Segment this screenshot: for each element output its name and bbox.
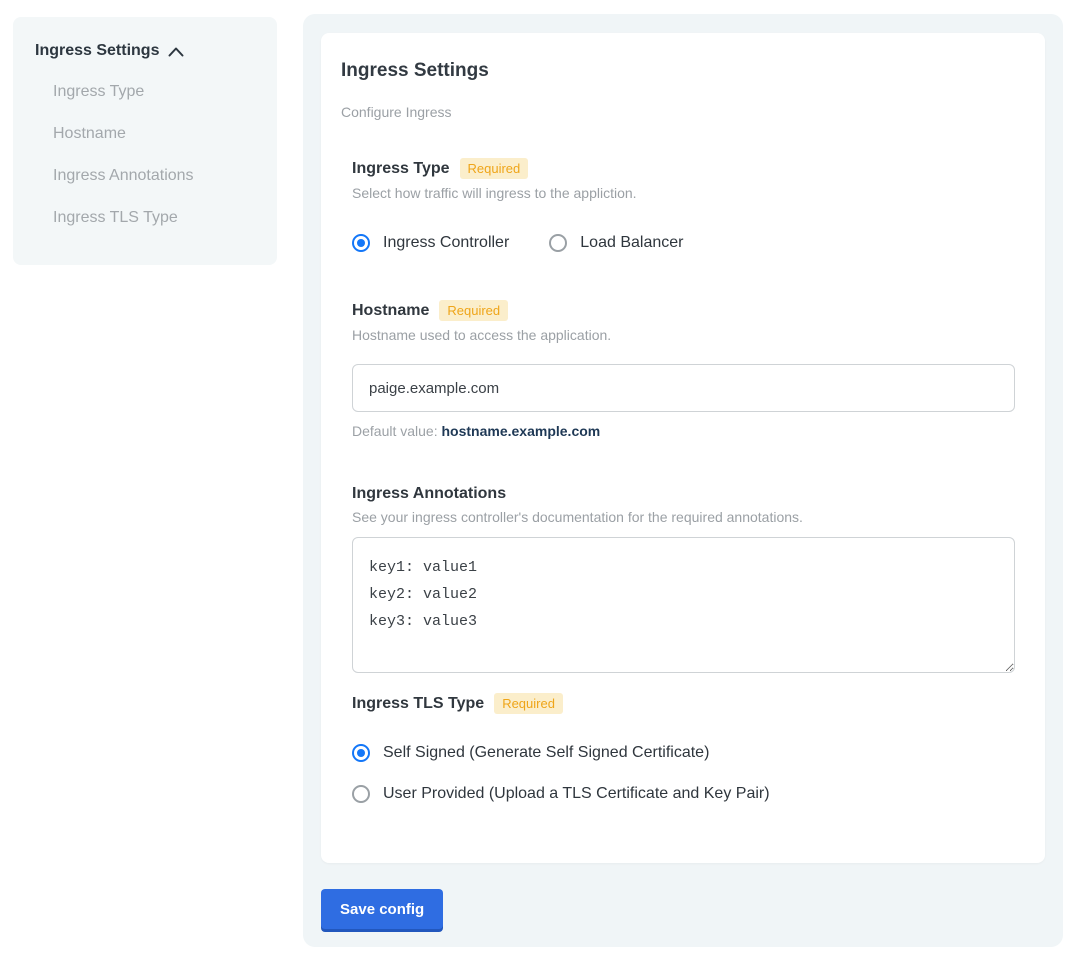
radio-unselected-icon[interactable] bbox=[352, 785, 370, 803]
radio-unselected-icon[interactable] bbox=[549, 234, 567, 252]
ingress-type-radio-group: Ingress Controller Load Balancer bbox=[352, 233, 1015, 252]
section-title: Ingress Type bbox=[352, 159, 450, 178]
hostname-input[interactable] bbox=[352, 364, 1015, 412]
section-hostname: Hostname Required Hostname used to acces… bbox=[352, 300, 1015, 439]
radio-option-load-balancer[interactable]: Load Balancer bbox=[549, 233, 683, 252]
sidebar-item-ingress-type[interactable]: Ingress Type bbox=[53, 84, 257, 100]
radio-option-self-signed[interactable]: Self Signed (Generate Self Signed Certif… bbox=[352, 743, 1015, 762]
card-title: Ingress Settings bbox=[341, 60, 1025, 82]
save-config-button[interactable]: Save config bbox=[321, 889, 443, 929]
section-help-text: Hostname used to access the application. bbox=[352, 327, 1015, 343]
default-value-line: Default value: hostname.example.com bbox=[352, 423, 1015, 439]
radio-selected-icon[interactable] bbox=[352, 744, 370, 762]
section-title: Hostname bbox=[352, 301, 429, 320]
section-ingress-type: Ingress Type Required Select how traffic… bbox=[352, 158, 1015, 252]
required-badge: Required bbox=[494, 693, 563, 714]
sidebar-item-ingress-annotations[interactable]: Ingress Annotations bbox=[53, 168, 257, 184]
config-sections: Ingress Type Required Select how traffic… bbox=[352, 158, 1015, 803]
config-group-panel: Ingress Settings Configure Ingress Ingre… bbox=[303, 14, 1063, 947]
required-badge: Required bbox=[439, 300, 508, 321]
section-heading: Hostname Required bbox=[352, 300, 1015, 321]
default-value-label: Default value: bbox=[352, 423, 442, 439]
sidebar-group-toggle[interactable]: Ingress Settings bbox=[35, 42, 257, 60]
config-card: Ingress Settings Configure Ingress Ingre… bbox=[321, 33, 1045, 863]
required-badge: Required bbox=[460, 158, 529, 179]
radio-option-label: User Provided (Upload a TLS Certificate … bbox=[383, 784, 770, 803]
section-heading: Ingress Annotations bbox=[352, 484, 1015, 503]
sidebar-item-list: Ingress Type Hostname Ingress Annotation… bbox=[35, 84, 257, 226]
sidebar-item-ingress-tls-type[interactable]: Ingress TLS Type bbox=[53, 210, 257, 226]
chevron-up-icon bbox=[168, 47, 184, 57]
card-subtitle: Configure Ingress bbox=[341, 105, 1025, 120]
radio-option-label: Self Signed (Generate Self Signed Certif… bbox=[383, 743, 709, 762]
section-heading: Ingress TLS Type Required bbox=[352, 693, 1015, 714]
radio-selected-icon[interactable] bbox=[352, 234, 370, 252]
radio-option-label: Load Balancer bbox=[580, 233, 683, 252]
config-nav-sidebar: Ingress Settings Ingress Type Hostname I… bbox=[13, 17, 277, 265]
radio-option-ingress-controller[interactable]: Ingress Controller bbox=[352, 233, 509, 252]
default-value-text: hostname.example.com bbox=[442, 423, 601, 439]
sidebar-item-hostname[interactable]: Hostname bbox=[53, 126, 257, 142]
section-help-text: Select how traffic will ingress to the a… bbox=[352, 185, 1015, 201]
annotations-textarea[interactable]: key1: value1 key2: value2 key3: value3 bbox=[352, 537, 1015, 673]
radio-option-user-provided[interactable]: User Provided (Upload a TLS Certificate … bbox=[352, 784, 1015, 803]
section-ingress-annotations: Ingress Annotations See your ingress con… bbox=[352, 484, 1015, 673]
section-ingress-tls-type: Ingress TLS Type Required Self Signed (G… bbox=[352, 693, 1015, 803]
sidebar-group-title: Ingress Settings bbox=[35, 42, 159, 60]
section-title: Ingress Annotations bbox=[352, 484, 506, 503]
section-help-text: See your ingress controller's documentat… bbox=[352, 509, 1015, 525]
radio-option-label: Ingress Controller bbox=[383, 233, 509, 252]
section-title: Ingress TLS Type bbox=[352, 694, 484, 713]
section-heading: Ingress Type Required bbox=[352, 158, 1015, 179]
